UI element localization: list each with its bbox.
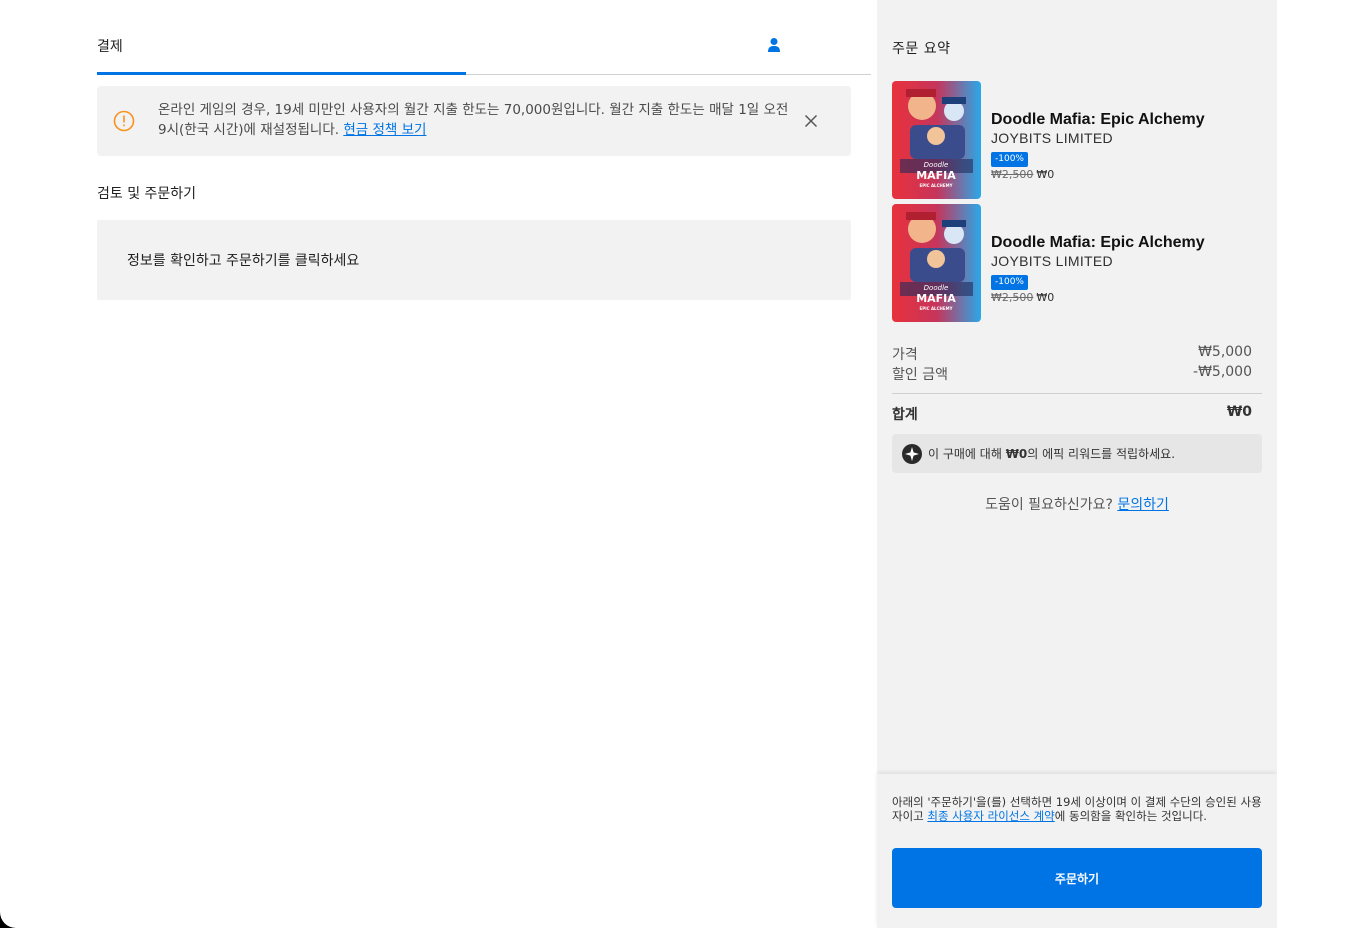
checkout-window: 결제 온라인 게임의 경우, 19세 미만인 사용자의 월간 지출 한도는 70… — [0, 0, 1354, 928]
item-prices: ₩2,500 ₩0 — [991, 291, 1205, 304]
price-value: ₩5,000 — [1198, 344, 1252, 360]
right-gutter — [1277, 0, 1354, 928]
discount-label: 할인 금액 — [892, 367, 948, 383]
rewards-prefix: 이 구매에 대해 — [928, 447, 1006, 461]
legal-suffix: 에 동의함을 확인하는 것입니다. — [1054, 809, 1207, 823]
tab-checkout[interactable]: 결제 — [97, 36, 123, 56]
price-row: 가격 ₩5,000 — [892, 344, 1252, 364]
original-price: ₩2,500 — [991, 291, 1034, 304]
thumb-title-line2: MAFIA — [916, 169, 956, 182]
notice-text: 온라인 게임의 경우, 19세 미만인 사용자의 월간 지출 한도는 70,00… — [158, 102, 789, 138]
item-publisher: JOYBITS LIMITED — [991, 253, 1113, 269]
discount-badge: -100% — [991, 275, 1028, 290]
order-item: Doodle MAFIA EPIC ALCHEMY Doodle Mafia: … — [892, 204, 1262, 322]
order-summary-title: 주문 요약 — [892, 41, 951, 57]
cash-policy-link[interactable]: 현금 정책 보기 — [343, 122, 426, 138]
game-thumbnail: Doodle MAFIA EPIC ALCHEMY — [892, 204, 981, 322]
thumb-title-line2: MAFIA — [916, 292, 956, 305]
item-info: Doodle Mafia: Epic Alchemy JOYBITS LIMIT… — [991, 234, 1205, 304]
thumb-title-line3: EPIC ALCHEMY — [919, 183, 952, 188]
checkout-tabs: 결제 — [97, 0, 871, 75]
review-section-title: 검토 및 주문하기 — [97, 186, 197, 202]
notice-message: 온라인 게임의 경우, 19세 미만인 사용자의 월간 지출 한도는 70,00… — [158, 100, 798, 140]
order-summary-panel: 주문 요약 Doodle MAFIA EPIC ALCHEMY Doodle M… — [877, 0, 1277, 928]
help-line: 도움이 필요하신가요? 문의하기 — [877, 494, 1277, 514]
item-publisher: JOYBITS LIMITED — [991, 130, 1113, 146]
item-info: Doodle Mafia: Epic Alchemy JOYBITS LIMIT… — [991, 111, 1205, 181]
item-prices: ₩2,500 ₩0 — [991, 168, 1205, 181]
tab-active-indicator — [97, 72, 466, 75]
item-name: Doodle Mafia: Epic Alchemy — [991, 111, 1205, 128]
epic-rewards-icon — [902, 444, 922, 464]
legal-notice: 아래의 '주문하기'을(를) 선택하면 19세 이상이며 이 결제 수단의 승인… — [892, 795, 1264, 823]
total-row: 합계 ₩0 — [892, 404, 1252, 424]
game-thumbnail: Doodle MAFIA EPIC ALCHEMY — [892, 81, 981, 199]
rewards-banner: 이 구매에 대해 ₩0의 에픽 리워드를 적립하세요. — [892, 434, 1262, 473]
discount-badge: -100% — [991, 152, 1028, 167]
rewards-amount: ₩0 — [1005, 447, 1028, 461]
checkout-footer: 아래의 '주문하기'을(를) 선택하면 19세 이상이며 이 결제 수단의 승인… — [877, 774, 1277, 928]
rewards-suffix: 의 에픽 리워드를 적립하세요. — [1027, 447, 1176, 461]
account-icon[interactable] — [767, 37, 781, 53]
summary-divider — [892, 393, 1262, 394]
original-price: ₩2,500 — [991, 168, 1034, 181]
final-price: ₩0 — [1036, 291, 1055, 304]
thumb-title-line1: Doodle — [924, 284, 949, 292]
contact-link[interactable]: 문의하기 — [1117, 497, 1169, 513]
help-text: 도움이 필요하신가요? — [985, 497, 1118, 513]
place-order-button[interactable]: 주문하기 — [892, 848, 1262, 908]
final-price: ₩0 — [1036, 168, 1055, 181]
rewards-text: 이 구매에 대해 ₩0의 에픽 리워드를 적립하세요. — [928, 445, 1175, 462]
item-name: Doodle Mafia: Epic Alchemy — [991, 234, 1205, 251]
price-label: 가격 — [892, 347, 918, 363]
close-icon[interactable] — [803, 113, 819, 129]
discount-row: 할인 금액 -₩5,000 — [892, 364, 1252, 384]
checkout-main: 결제 온라인 게임의 경우, 19세 미만인 사용자의 월간 지출 한도는 70… — [97, 0, 871, 928]
eula-link[interactable]: 최종 사용자 라이선스 계약 — [927, 809, 1054, 823]
discount-value: -₩5,000 — [1193, 364, 1252, 380]
review-box: 정보를 확인하고 주문하기를 클릭하세요 — [97, 220, 851, 300]
thumb-title-line3: EPIC ALCHEMY — [919, 306, 952, 311]
total-label: 합계 — [892, 407, 918, 423]
spending-limit-notice: 온라인 게임의 경우, 19세 미만인 사용자의 월간 지출 한도는 70,00… — [97, 86, 851, 156]
thumb-title-line1: Doodle — [924, 161, 949, 169]
review-message: 정보를 확인하고 주문하기를 클릭하세요 — [127, 253, 360, 269]
warning-icon — [113, 110, 135, 132]
total-value: ₩0 — [1226, 404, 1252, 420]
order-item: Doodle MAFIA EPIC ALCHEMY Doodle Mafia: … — [892, 81, 1262, 199]
